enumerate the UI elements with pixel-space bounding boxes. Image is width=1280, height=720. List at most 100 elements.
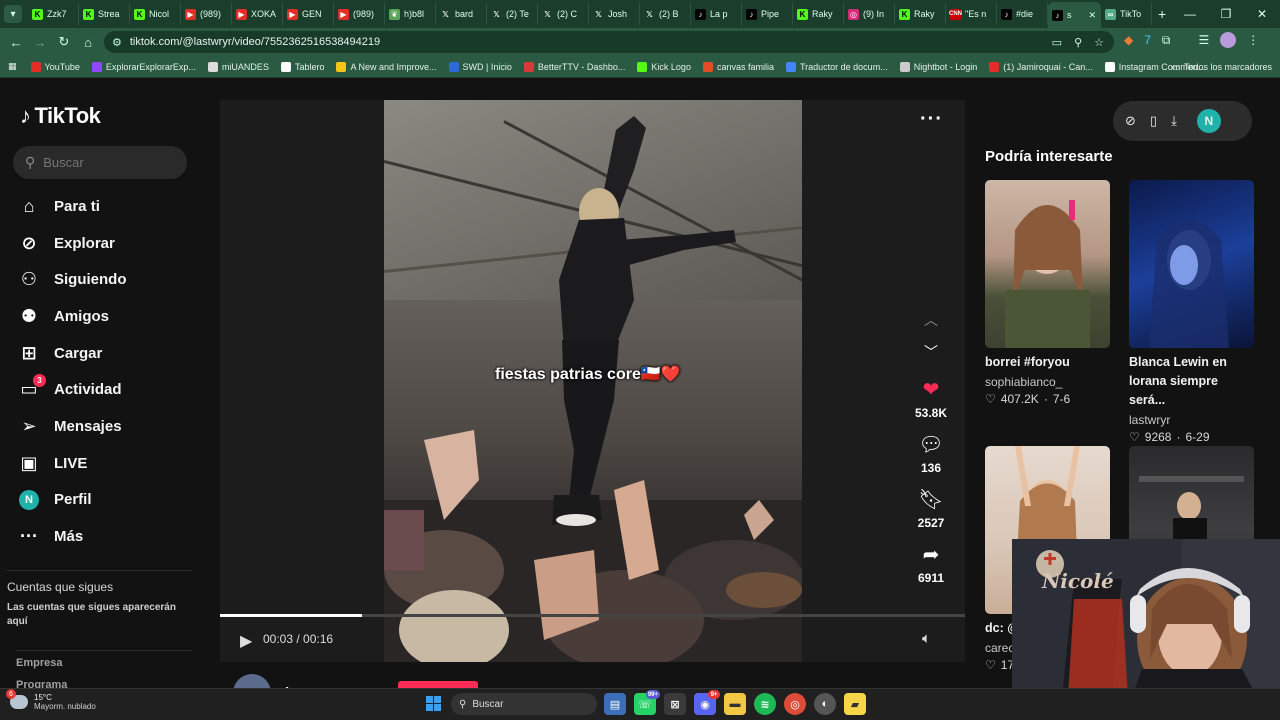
- sidebar-item-siguiendo[interactable]: ⚇ Siguiendo: [18, 261, 198, 298]
- previous-video-chevron-icon[interactable]: ︿: [924, 310, 938, 330]
- back-button[interactable]: ←: [4, 35, 28, 50]
- bookmark-item[interactable]: BetterTTV - Dashbo...: [523, 61, 625, 72]
- windows-start-button[interactable]: [426, 696, 441, 711]
- sidebar-item-perfil[interactable]: N Perfil: [18, 482, 198, 519]
- close-window-button[interactable]: ✕: [1244, 7, 1280, 21]
- extension-fox-icon[interactable]: ◆: [1124, 33, 1133, 47]
- device-icon[interactable]: ▯: [1150, 113, 1157, 129]
- apps-grid-icon[interactable]: ▦: [8, 61, 17, 72]
- taskbar-search[interactable]: ⚲ Buscar: [451, 693, 597, 715]
- notes-app-icon[interactable]: ▤: [604, 693, 626, 715]
- sidebar-item-para-ti[interactable]: ⌂ Para ti: [18, 188, 198, 225]
- browser-tab[interactable]: ▶ GEN: [283, 3, 334, 25]
- browser-tab[interactable]: ∞ TikTo: [1101, 3, 1152, 25]
- bookmark-item[interactable]: miUANDES: [207, 61, 269, 72]
- obs-icon[interactable]: ◐: [814, 693, 836, 715]
- sidebar-item-mensajes[interactable]: ➢ Mensajes: [18, 408, 198, 445]
- sidebar-item-amigos[interactable]: ⚉ Amigos: [18, 298, 198, 335]
- next-video-chevron-icon[interactable]: ﹀: [924, 342, 938, 362]
- chrome-icon[interactable]: ◎: [784, 693, 806, 715]
- extension-seven-icon[interactable]: 7: [1144, 33, 1151, 47]
- browser-tab[interactable]: K Nicol: [130, 3, 181, 25]
- tiktok-logo[interactable]: ♪ TikTok: [20, 103, 101, 129]
- home-button[interactable]: ⌂: [76, 35, 100, 50]
- browser-menu-icon[interactable]: ⋮: [1247, 33, 1259, 47]
- browser-tab[interactable]: 𝕏 (2) Te: [487, 3, 538, 25]
- card-username[interactable]: sophiabianco_: [985, 375, 1110, 389]
- browser-tab[interactable]: K Zzk7: [28, 3, 79, 25]
- forward-button[interactable]: →: [28, 35, 52, 50]
- like-button[interactable]: ❤ 53.8K: [901, 378, 961, 420]
- minimize-button[interactable]: —: [1172, 7, 1208, 21]
- suggested-video-card[interactable]: Blanca Lewin en lorana siempre será... l…: [1129, 180, 1254, 444]
- bookmark-item[interactable]: ExplorarExplorarExp...: [91, 61, 196, 72]
- suggested-video-card[interactable]: borrei #foryou sophiabianco_ ♡ 407.2K · 7-6: [985, 180, 1110, 406]
- extensions-puzzle-icon[interactable]: ⧉: [1162, 33, 1171, 48]
- browser-tab[interactable]: ▶ XOKA: [232, 3, 283, 25]
- browser-tab[interactable]: CNN "Es n: [946, 3, 997, 25]
- browser-tab[interactable]: ▶ (989): [181, 3, 232, 25]
- bookmark-item[interactable]: Nightbot - Login: [899, 61, 977, 72]
- save-button[interactable]: 🔖︎ 2527: [901, 488, 961, 530]
- install-app-icon[interactable]: ▭: [1052, 36, 1062, 49]
- all-bookmarks-button[interactable]: ▭ Todos los marcadores: [1171, 56, 1272, 78]
- volume-icon[interactable]: 🔈︎: [922, 630, 931, 647]
- xbox-icon[interactable]: ⊠: [664, 693, 686, 715]
- bookmark-item[interactable]: Traductor de docum...: [785, 61, 888, 72]
- browser-tab[interactable]: ♪ La p: [691, 3, 742, 25]
- video-thumbnail[interactable]: [985, 180, 1110, 348]
- browser-tab[interactable]: 𝕏 (2) B: [640, 3, 691, 25]
- browser-tab[interactable]: K Strea: [79, 3, 130, 25]
- bookmark-star-icon[interactable]: ☆: [1094, 36, 1104, 49]
- profile-avatar-icon[interactable]: [1220, 32, 1237, 48]
- search-input[interactable]: [43, 155, 164, 170]
- bookmark-item[interactable]: SWD | Inicio: [448, 61, 512, 72]
- browser-tab[interactable]: ❦ h)b8l: [385, 3, 436, 25]
- reading-list-icon[interactable]: ☰: [1199, 33, 1210, 47]
- bookmark-item[interactable]: YouTube: [30, 61, 80, 72]
- sidebar-item-mas[interactable]: ··· Más: [18, 518, 198, 555]
- discord-icon[interactable]: ◉ 9+: [694, 690, 720, 715]
- sidebar-item-live[interactable]: ▣ LIVE: [18, 445, 198, 482]
- close-tab-icon[interactable]: ✕: [1088, 10, 1096, 21]
- share-button[interactable]: ➦ 6911: [901, 543, 961, 585]
- maximize-button[interactable]: ❐: [1208, 7, 1244, 21]
- zoom-icon[interactable]: ⚲: [1074, 36, 1082, 49]
- browser-tab[interactable]: ▶ (989): [334, 3, 385, 25]
- download-icon[interactable]: ⤓: [1171, 113, 1177, 129]
- sidebar-item-actividad[interactable]: ▭ 3 Actividad: [18, 371, 198, 408]
- video-progress-bar[interactable]: [220, 614, 965, 617]
- browser-tab[interactable]: ♪ #die: [997, 3, 1048, 25]
- browser-tab[interactable]: 𝕏 (2) C: [538, 3, 589, 25]
- file-explorer-icon[interactable]: ▬: [724, 693, 746, 715]
- search-box[interactable]: ⚲: [13, 146, 187, 179]
- browser-tab[interactable]: 𝕏 Josh: [589, 3, 640, 25]
- address-bar[interactable]: ⚙ tiktok.com/@lastwryr/video/75523625165…: [104, 31, 1114, 53]
- whatsapp-icon[interactable]: ☏ 99+: [634, 690, 660, 715]
- tab-active[interactable]: ♪ s ✕: [1048, 2, 1101, 28]
- more-options-icon[interactable]: ···: [920, 108, 943, 131]
- bookmark-item[interactable]: Kick Logo: [637, 61, 691, 72]
- play-icon[interactable]: ▶: [240, 631, 252, 651]
- bookmark-item[interactable]: (1) Jamiroquai - Can...: [989, 61, 1093, 72]
- video-thumbnail[interactable]: [1129, 180, 1254, 348]
- browser-tab[interactable]: 𝕏bard: [436, 3, 487, 25]
- bookmark-item[interactable]: A New and Improve...: [336, 61, 437, 72]
- footer-empresa-link[interactable]: Empresa: [16, 650, 192, 669]
- sticky-notes-icon[interactable]: ▰: [844, 693, 866, 715]
- tab-search-button[interactable]: ▾: [4, 5, 22, 23]
- reload-button[interactable]: ↻: [52, 34, 76, 50]
- explore-compass-icon[interactable]: ⊘: [1125, 113, 1136, 129]
- comment-button[interactable]: 💬︎ 136: [901, 433, 961, 475]
- new-tab-button[interactable]: +: [1158, 6, 1166, 22]
- bookmark-item[interactable]: canvas familia: [702, 61, 774, 72]
- bookmark-item[interactable]: Tablero: [280, 61, 324, 72]
- browser-tab[interactable]: K Raky: [793, 3, 844, 25]
- browser-tab[interactable]: ◎ (9) In: [844, 3, 895, 25]
- sidebar-item-cargar[interactable]: ⊞ Cargar: [18, 335, 198, 372]
- browser-tab[interactable]: ♪ Pipe: [742, 3, 793, 25]
- card-username[interactable]: lastwryr: [1129, 413, 1254, 427]
- site-info-icon[interactable]: ⚙: [112, 36, 122, 49]
- browser-tab[interactable]: K Raky: [895, 3, 946, 25]
- spotify-icon[interactable]: ≋: [754, 693, 776, 715]
